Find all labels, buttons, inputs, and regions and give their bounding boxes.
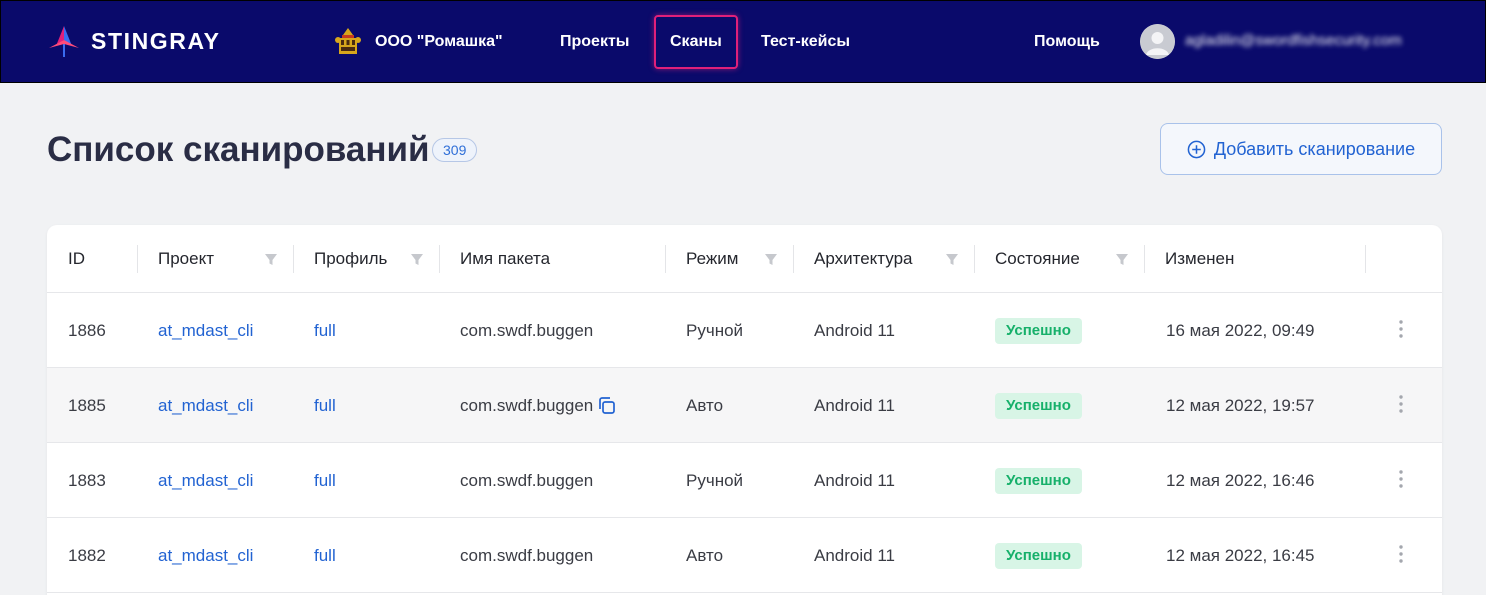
brand-name: STINGRAY [91,27,221,54]
column-divider[interactable] [1365,245,1366,273]
column-divider[interactable] [665,245,666,273]
table-header: ID Проект Профиль Имя пакета Режим Архит… [47,225,1442,293]
column-divider[interactable] [1144,245,1145,273]
copy-icon[interactable] [597,396,616,415]
column-divider[interactable] [293,245,294,273]
cell-project-link[interactable]: at_mdast_cli [158,368,253,443]
kebab-menu-icon[interactable] [1397,394,1405,414]
cell-project-link[interactable]: at_mdast_cli [158,518,253,593]
column-header-profile[interactable]: Профиль [314,225,387,293]
column-header-architecture[interactable]: Архитектура [814,225,912,293]
filter-icon[interactable] [945,252,959,266]
cell-mode: Авто [686,396,724,415]
table-row[interactable]: 1883 at_mdast_cli full com.swdf.buggen Р… [47,443,1442,518]
column-header-state[interactable]: Состояние [995,225,1080,293]
column-divider[interactable] [439,245,440,273]
table-row[interactable]: 1882 at_mdast_cli full com.swdf.buggen А… [47,518,1442,593]
add-scan-button[interactable]: Добавить сканирование [1160,123,1442,175]
column-divider[interactable] [793,245,794,273]
plus-circle-icon [1187,140,1206,158]
scans-table: ID Проект Профиль Имя пакета Режим Архит… [47,225,1442,595]
cell-profile-link[interactable]: full [314,443,336,518]
cell-profile-link[interactable]: full [314,518,336,593]
table-row[interactable]: 1885 at_mdast_cli full com.swdf.buggen А… [47,368,1442,443]
kebab-menu-icon[interactable] [1397,469,1405,489]
cell-changed: 12 мая 2022, 19:57 [1166,396,1315,415]
cell-mode: Авто [686,546,724,565]
cell-changed: 16 мая 2022, 09:49 [1166,321,1315,340]
nav-help[interactable]: Помощь [1034,28,1100,56]
cell-architecture: Android 11 [814,321,895,340]
user-avatar-icon [1140,24,1175,59]
cell-id: 1885 [68,396,106,415]
kebab-menu-icon[interactable] [1397,544,1405,564]
nav-testcases[interactable]: Тест-кейсы [747,15,864,69]
cell-architecture: Android 11 [814,396,895,415]
column-header-changed[interactable]: Изменен [1165,225,1234,293]
cell-changed: 12 мая 2022, 16:46 [1166,471,1315,490]
scan-count-badge: 309 [432,138,478,162]
org-crest-icon [335,28,361,54]
column-divider[interactable] [974,245,975,273]
status-badge: Успешно [995,393,1082,419]
column-header-id[interactable]: ID [68,225,85,293]
page-title: Список сканирований [47,130,430,169]
status-badge: Успешно [995,318,1082,344]
nav-projects[interactable]: Проекты [546,15,643,69]
cell-package: com.swdf.buggen [460,396,594,415]
cell-id: 1882 [68,546,106,565]
brand-logo[interactable]: STINGRAY [47,24,221,58]
filter-icon[interactable] [264,252,278,266]
column-header-package[interactable]: Имя пакета [460,225,550,293]
add-scan-button-label: Добавить сканирование [1213,138,1416,159]
kebab-menu-icon[interactable] [1397,319,1405,339]
cell-project-link[interactable]: at_mdast_cli [158,443,253,518]
cell-package: com.swdf.buggen [460,546,594,565]
cell-architecture: Android 11 [814,546,895,565]
cell-profile-link[interactable]: full [314,293,336,368]
nav-scans[interactable]: Сканы [654,15,738,69]
organization-name: ООО "Ромашка" [375,33,503,50]
user-email[interactable]: agladilin@swordfishsecurity.com [1185,29,1402,53]
filter-icon[interactable] [764,252,778,266]
avatar[interactable] [1140,24,1175,59]
cell-project-link[interactable]: at_mdast_cli [158,293,253,368]
cell-mode: Ручной [686,471,744,490]
cell-package: com.swdf.buggen [460,321,594,340]
cell-package-wrapper: com.swdf.buggen [460,368,616,443]
cell-architecture: Android 11 [814,471,895,490]
stingray-logo-icon [49,26,79,57]
column-header-project[interactable]: Проект [158,225,214,293]
column-divider[interactable] [137,245,138,273]
cell-id: 1883 [68,471,106,490]
cell-changed: 12 мая 2022, 16:45 [1166,546,1315,565]
status-badge: Успешно [995,543,1082,569]
status-badge: Успешно [995,468,1082,494]
column-header-mode[interactable]: Режим [686,225,738,293]
organization-selector[interactable]: ООО "Ромашка" [333,25,503,59]
cell-id: 1886 [68,321,106,340]
cell-package: com.swdf.buggen [460,471,594,490]
filter-icon[interactable] [1115,252,1129,266]
filter-icon[interactable] [410,252,424,266]
cell-mode: Ручной [686,321,744,340]
table-row[interactable]: 1886 at_mdast_cli full com.swdf.buggen Р… [47,293,1442,368]
top-navigation-bar: STINGRAY ООО "Ромашка" Проекты Сканы Тес… [0,0,1486,83]
cell-profile-link[interactable]: full [314,368,336,443]
